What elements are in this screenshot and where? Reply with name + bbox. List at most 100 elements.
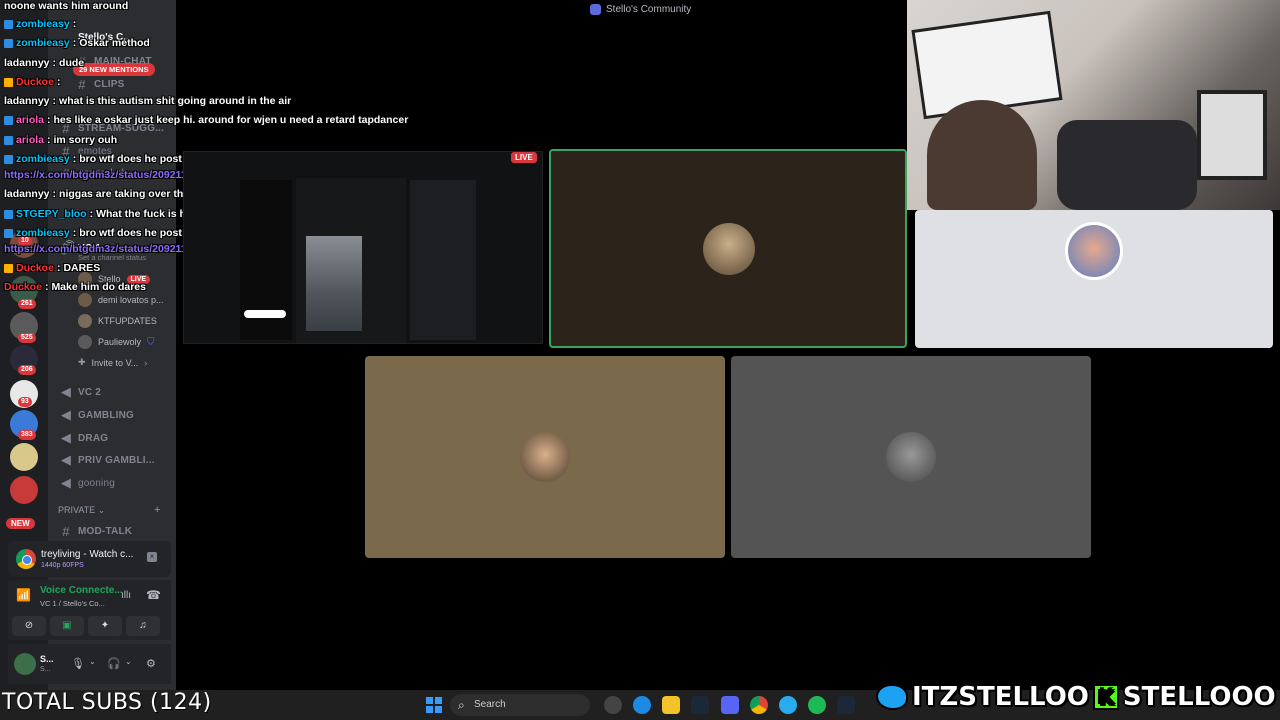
avatar (78, 293, 92, 307)
shield-icon: ⛉ (147, 336, 155, 348)
chat-message: ariola : im sorry ouh (4, 134, 117, 146)
microphone-icon[interactable]: 🎙 (71, 657, 85, 670)
gear-icon[interactable]: ⚙ (146, 657, 156, 670)
chat-message: Duckoe : Make him do dares (4, 281, 146, 293)
chat-message: zombieasy : (4, 18, 79, 30)
hash-icon: # (62, 524, 70, 539)
noise-suppression-icon[interactable]: ıllı (121, 590, 131, 601)
hash-icon: # (78, 77, 86, 92)
vc-user[interactable]: KTFUPDATES (78, 314, 157, 328)
signal-icon[interactable]: 📶 (16, 588, 31, 602)
channel-drag[interactable]: ◀ DRAG (60, 430, 108, 446)
chat-message: ariola : hes like a oskar just keep hi. … (4, 114, 408, 126)
chrome-icon[interactable] (750, 696, 768, 714)
steam-icon[interactable] (691, 696, 709, 714)
user-panel: S... S... 🎙 ⌄ 🎧 ⌄ ⚙ (8, 644, 171, 684)
participant-tile[interactable] (731, 356, 1091, 558)
chevron-down-icon[interactable]: ⌄ (125, 657, 132, 666)
chevron-down-icon: ⌄ (97, 505, 106, 515)
channel-priv-gambling[interactable]: ◀ PRIV GAMBLI... (60, 452, 155, 468)
user-status: S... (40, 666, 51, 673)
stream-title: treyliving - Watch c... (41, 549, 134, 560)
stop-stream-icon[interactable]: × (147, 552, 157, 562)
prime-badge-icon (4, 19, 13, 29)
prime-badge-icon (4, 115, 13, 125)
participant-tile-speaking[interactable] (549, 149, 907, 348)
stream-panel[interactable]: treyliving - Watch c... 1440p 60FPS × (8, 541, 171, 577)
telegram-icon[interactable] (779, 696, 797, 714)
vc-user[interactable]: Pauliewoly ⛉ (78, 335, 155, 349)
vc-user[interactable]: demi lovatos p... (78, 293, 164, 307)
spotify-icon[interactable] (808, 696, 826, 714)
participant-tile[interactable] (915, 210, 1273, 348)
twitter-handle: ITZSTELLOO (912, 682, 1089, 712)
server-badge: 93 (18, 397, 32, 407)
live-badge: LIVE (511, 152, 537, 163)
voice-status[interactable]: Voice Connecte... (40, 585, 123, 596)
channel-vc-2[interactable]: ◀ VC 2 (60, 384, 101, 400)
soundboard-icon: ♫ (139, 620, 147, 631)
camera-off-button[interactable]: ⊘ (12, 616, 46, 636)
socials-overlay: ITZSTELLOO K STELLOOO (876, 682, 1276, 712)
screen-share-button[interactable]: ▣ (50, 616, 84, 636)
speaker-icon: ◀ (60, 430, 72, 445)
server-icon[interactable] (10, 476, 38, 504)
activities-button[interactable]: ✦ (88, 616, 122, 636)
avatar (1065, 222, 1123, 280)
soundboard-button[interactable]: ♫ (126, 616, 160, 636)
channel-mod-talk[interactable]: # MOD-TALK (60, 524, 132, 539)
voice-panel: 📶 Voice Connecte... VC 1 / Stello's Co..… (8, 580, 171, 640)
prime-badge-icon (4, 209, 13, 219)
headphones-icon[interactable]: 🎧 (107, 657, 121, 670)
settings-app-icon[interactable] (604, 696, 622, 714)
chevron-right-icon: › (144, 357, 148, 368)
crown-badge-icon (4, 263, 13, 273)
shared-screen-panel (410, 180, 476, 340)
speaker-icon: ◀ (60, 452, 72, 467)
speaker-icon: ◀ (60, 407, 72, 422)
discord-app-icon (590, 4, 601, 15)
chevron-down-icon[interactable]: ⌄ (89, 657, 96, 666)
new-unreads-pill[interactable]: NEW (6, 518, 35, 529)
window-title: Stello's Community (590, 4, 691, 15)
chrome-icon (16, 549, 36, 569)
invite-to-voice[interactable]: ✚ Invite to V... › (78, 357, 147, 368)
chat-message: Duckoe : DARES (4, 262, 100, 274)
discord-icon[interactable] (721, 696, 739, 714)
add-user-icon: ✚ (78, 357, 86, 367)
category-private[interactable]: PRIVATE ⌄ (58, 505, 105, 516)
prime-badge-icon (4, 154, 13, 164)
steam-icon[interactable] (837, 696, 855, 714)
avatar (78, 335, 92, 349)
channel-gambling[interactable]: ◀ GAMBLING (60, 407, 134, 423)
stream-quality: 1440p 60FPS (41, 562, 84, 569)
chat-message: zombieasy : bro wtf does he post (4, 153, 182, 165)
add-channel-icon[interactable]: + (154, 504, 160, 516)
avatar (886, 432, 936, 482)
prime-badge-icon (4, 228, 13, 238)
channel-gooning[interactable]: ◀ gooning (60, 475, 115, 491)
prime-badge-icon (4, 38, 13, 48)
shared-screen-post-button (244, 310, 286, 318)
taskbar-search[interactable]: Search (450, 694, 590, 716)
participant-tile[interactable] (365, 356, 725, 558)
windows-start-icon[interactable] (426, 697, 442, 713)
server-badge: 261 (18, 299, 36, 309)
avatar[interactable] (14, 653, 36, 675)
channel-clips[interactable]: # CLIPS (76, 77, 124, 92)
disconnect-icon[interactable]: ☎ (146, 588, 161, 602)
webcam-feed (907, 0, 1280, 210)
server-icon[interactable] (10, 443, 38, 471)
shared-screen-image (306, 236, 362, 331)
chat-message: zombieasy : Oskar method (4, 37, 150, 49)
kick-icon: K (1092, 684, 1119, 710)
user-name[interactable]: S... (40, 654, 54, 664)
voice-location[interactable]: VC 1 / Stello's Co... (40, 599, 105, 608)
chat-message: ladannyy : what is this autism shit goin… (4, 95, 292, 107)
avatar (703, 223, 755, 275)
avatar (520, 432, 570, 482)
edge-icon[interactable] (633, 696, 651, 714)
file-explorer-icon[interactable] (662, 696, 680, 714)
channel-main-chat[interactable]: # MAIN-CHAT (76, 54, 152, 69)
screen-share-icon: ▣ (62, 620, 72, 631)
